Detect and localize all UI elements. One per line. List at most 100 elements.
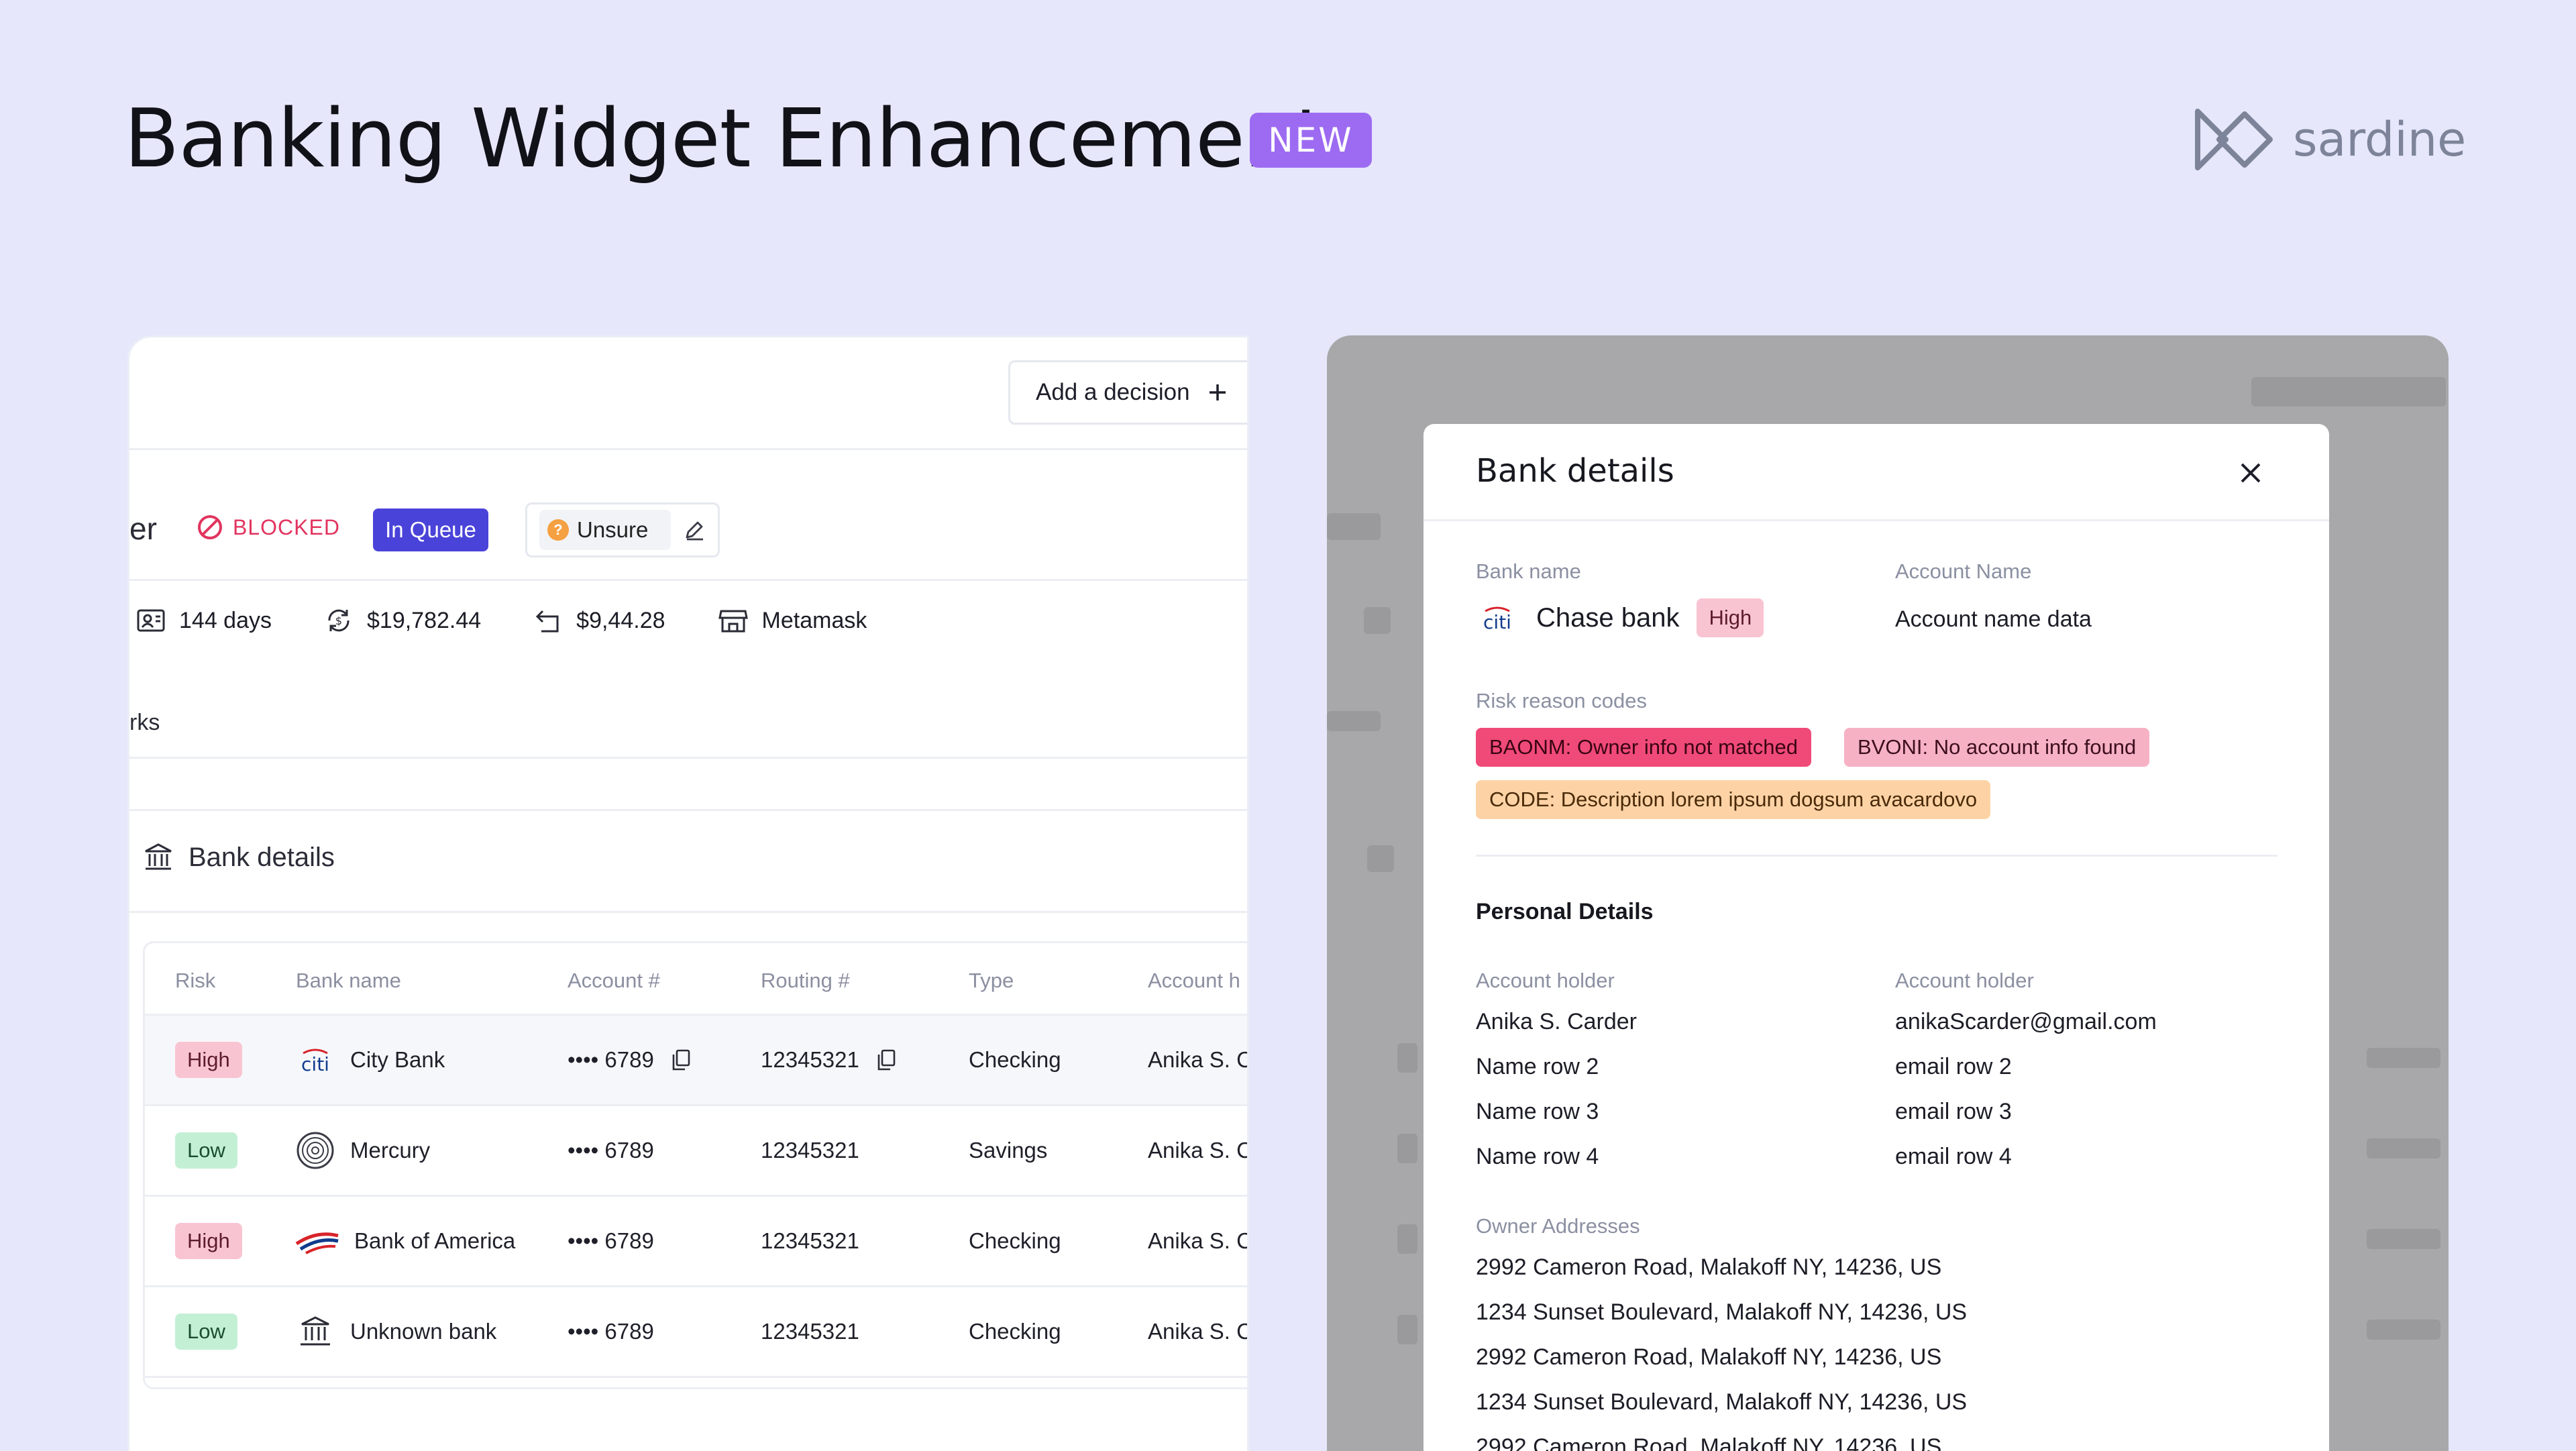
blurred-pill: [1397, 1224, 1417, 1254]
networks-label-partial: rks: [129, 710, 160, 735]
bank-details-heading: Bank details: [143, 842, 335, 873]
divider: [129, 757, 1247, 759]
column-header[interactable]: Risk: [175, 969, 215, 993]
column-header[interactable]: Routing #: [761, 969, 850, 993]
decision-unsure-field[interactable]: ? Unsure: [525, 502, 720, 557]
svg-text:$: $: [335, 614, 342, 627]
bank-icon: [301, 1316, 330, 1346]
account-type: Checking: [969, 1319, 1061, 1344]
account-holder: Anika S. C: [1148, 1138, 1249, 1163]
copy-icon[interactable]: [670, 1049, 692, 1071]
bank-details-modal: Bank details Bank name citi Chase bank H…: [1424, 424, 2329, 1451]
modal-header-divider: [1424, 519, 2329, 521]
citi-logo-text: citi: [1483, 611, 1511, 631]
table-row[interactable]: High citi City Bank •••• 6789 12345321 C…: [145, 1016, 1247, 1106]
modal-title: Bank details: [1476, 452, 1674, 490]
account-holder-label: Account holder: [1476, 969, 1615, 992]
risk-badge: Low: [175, 1132, 237, 1169]
new-badge: NEW: [1250, 113, 1372, 168]
account-number: •••• 6789: [568, 1319, 654, 1344]
holder-name: Name row 2: [1476, 1054, 1599, 1079]
bank-name: Mercury: [350, 1138, 431, 1163]
owner-addresses-label: Owner Addresses: [1476, 1214, 1640, 1238]
account-type: Checking: [969, 1228, 1061, 1253]
blocked-icon: [198, 515, 222, 539]
routing-number: 12345321: [761, 1319, 859, 1344]
sardine-logo: sardine: [2192, 106, 2466, 173]
stat-returns: $9,44.28: [533, 606, 665, 635]
blurred-pill: [1397, 1134, 1417, 1163]
stat-value: 144 days: [179, 607, 272, 633]
plus-icon: [1209, 384, 1226, 400]
sardine-logo-icon: [2195, 109, 2273, 170]
holder-name: Name row 4: [1476, 1144, 1599, 1169]
column-header[interactable]: Account h: [1148, 969, 1240, 993]
section-divider: [1476, 855, 2277, 857]
blocked-label: BLOCKED: [233, 515, 340, 539]
citi-logo-icon: citi: [1483, 606, 1511, 631]
risk-code-pill: CODE: Description lorem ipsum dogsum ava…: [1476, 780, 1991, 819]
divider: [129, 448, 1247, 450]
stat-value: Metamask: [761, 607, 867, 633]
account-number: •••• 6789: [568, 1138, 654, 1163]
holder-email: email row 4: [1895, 1144, 2012, 1169]
stat-value: $19,782.44: [367, 607, 482, 633]
table-header: Risk Bank name Account # Routing # Type …: [145, 943, 1247, 1016]
bank-name-value: citi Chase bank High: [1476, 598, 1764, 637]
add-decision-button[interactable]: Add a decision: [1008, 360, 1247, 425]
table-row[interactable]: Low Unknown bank •••• 6789 12345321 Chec…: [145, 1287, 1249, 1378]
column-header[interactable]: Type: [969, 969, 1014, 993]
owner-address: 2992 Cameron Road, Malakoff NY, 14236, U…: [1476, 1434, 1942, 1451]
blurred-text: [2367, 1229, 2440, 1249]
add-decision-label: Add a decision: [1036, 379, 1190, 405]
page-headline: Banking Widget Enhancements: [124, 93, 1368, 186]
blurred-text: [2367, 1320, 2440, 1340]
divider: [129, 911, 1247, 913]
account-holder: Anika S. C: [1148, 1228, 1249, 1253]
bank-name: Chase bank: [1536, 602, 1680, 633]
blurred-pill: [1397, 1315, 1417, 1344]
case-panel: Add a decision er BLOCKED In Queue ? Uns…: [127, 335, 1249, 1451]
stat-merchant: Metamask: [718, 606, 867, 635]
account-number: •••• 6789: [568, 1047, 654, 1072]
table-row[interactable]: High Bank of America •••• 6789 12345321 …: [145, 1197, 1249, 1287]
mercury-logo-icon: [297, 1132, 334, 1169]
risk-badge: High: [1697, 598, 1764, 637]
close-icon[interactable]: [2235, 458, 2266, 488]
account-holder: Anika S. C: [1148, 1319, 1249, 1344]
column-header[interactable]: Account #: [568, 969, 660, 993]
risk-code-pill: BAONM: Owner info not matched: [1476, 728, 1812, 767]
unsure-label: Unsure: [577, 517, 649, 542]
holder-email: email row 2: [1895, 1054, 2012, 1079]
bank-name: Unknown bank: [350, 1319, 497, 1344]
blurred-text: [2367, 1048, 2440, 1068]
holder-email: anikaScarder@gmail.com: [1895, 1009, 2157, 1034]
owner-address: 2992 Cameron Road, Malakoff NY, 14236, U…: [1476, 1254, 1942, 1280]
logo-text: sardine: [2293, 112, 2467, 167]
customer-stats: 144 days $ $19,782.44 $9,44.28 Metamask: [136, 606, 919, 635]
account-name-value: Account name data: [1895, 606, 2092, 632]
status-blocked: BLOCKED: [197, 514, 340, 541]
risk-badge: High: [175, 1223, 242, 1259]
id-card-icon: [137, 609, 165, 632]
personal-details-title: Personal Details: [1476, 899, 1654, 924]
holder-name: Anika S. Carder: [1476, 1009, 1637, 1034]
risk-code-pill: BVONI: No account info found: [1844, 728, 2150, 767]
blurred-name: [1327, 513, 1381, 540]
copy-icon[interactable]: [875, 1049, 897, 1071]
customer-name-partial: er: [129, 511, 157, 546]
blurred-add-decision: [2251, 377, 2446, 407]
return-icon: [536, 610, 559, 633]
stat-account-age: 144 days: [136, 607, 272, 634]
bank-name-label: Bank name: [1476, 559, 1581, 583]
divider: [129, 809, 1247, 811]
stat-value: $9,44.28: [576, 607, 665, 633]
table-row[interactable]: Low Mercury •••• 6789 12345321 Savings A…: [145, 1106, 1249, 1197]
edit-pencil-icon[interactable]: [683, 519, 706, 541]
status-in-queue-badge[interactable]: In Queue: [373, 508, 488, 551]
routing-number: 12345321: [761, 1138, 859, 1163]
account-holder-label: Account holder: [1895, 969, 2034, 992]
blurred-pill: [1397, 1043, 1417, 1073]
bank-name: City Bank: [350, 1047, 445, 1072]
column-header[interactable]: Bank name: [296, 969, 401, 993]
